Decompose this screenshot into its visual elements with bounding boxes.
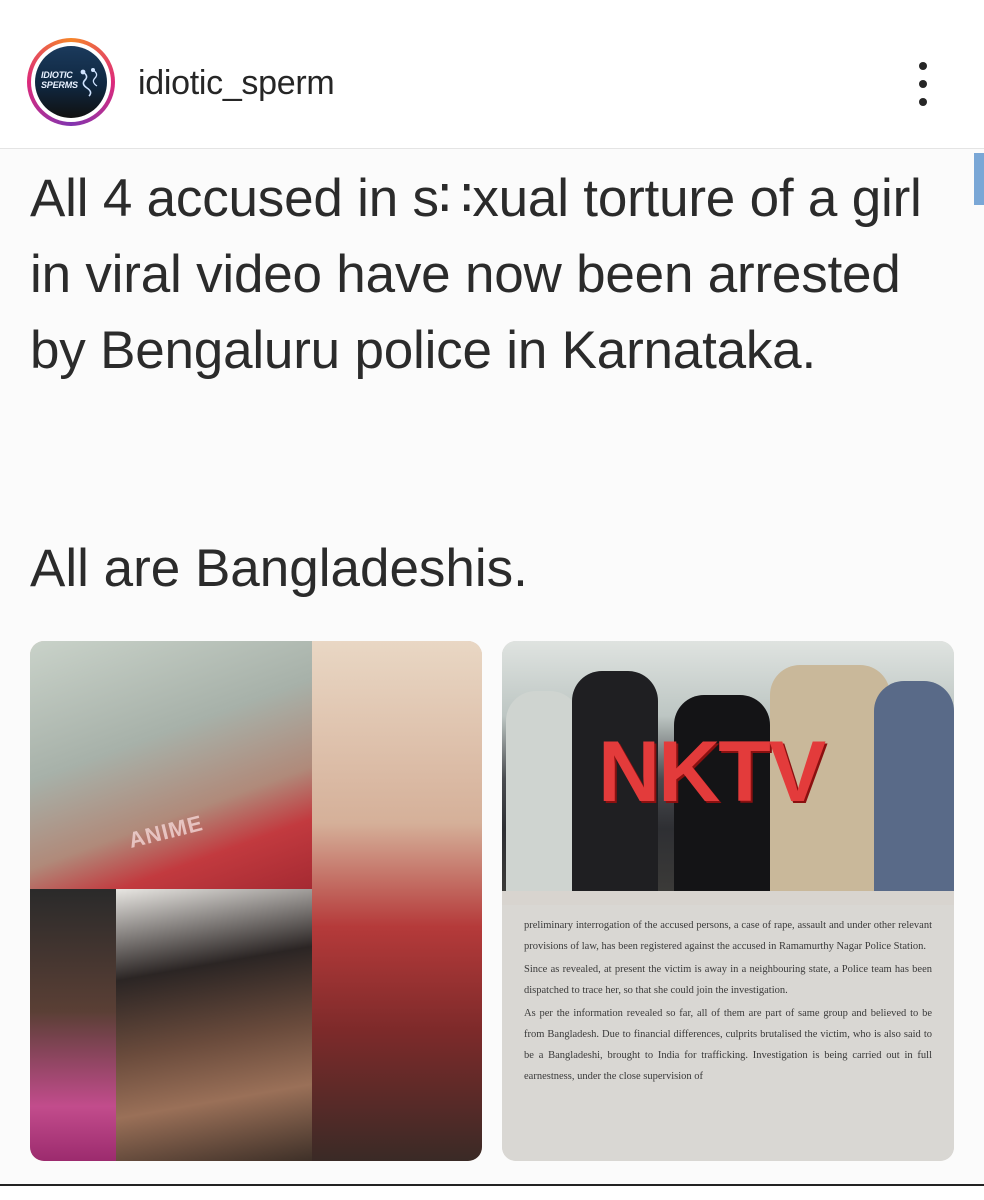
video-still-1: ANIME <box>30 641 312 889</box>
post-header: IDIOTIC SPERMS idiotic_sperm <box>0 0 984 148</box>
divider <box>0 1184 984 1186</box>
shirt-print: ANIME <box>125 810 206 853</box>
statement-paragraph: Since as revealed, at present the victim… <box>524 964 932 996</box>
statement-paragraph: As per the information revealed so far, … <box>524 1008 932 1082</box>
photo-collage-right: NKTV preliminary interrogation of the ac… <box>502 641 954 1161</box>
sperm-logo-icon <box>80 68 98 97</box>
video-still-3 <box>30 889 116 1161</box>
nktv-watermark: NKTV <box>598 724 826 820</box>
video-still-4 <box>116 889 312 1161</box>
police-statement-excerpt: preliminary interrogation of the accused… <box>502 905 954 1161</box>
video-still-2 <box>312 641 482 1161</box>
arrest-photo: NKTV <box>502 641 954 891</box>
avatar-image: IDIOTIC SPERMS <box>35 46 107 118</box>
more-vertical-icon <box>919 62 927 70</box>
avatar[interactable]: IDIOTIC SPERMS <box>27 38 115 126</box>
more-options-button[interactable] <box>908 62 938 106</box>
post-headline: All 4 accused in s∷xual torture of a gir… <box>30 169 922 380</box>
scroll-indicator <box>974 153 984 205</box>
photo-collage-left: ANIME <box>30 641 482 1161</box>
post-image[interactable]: All 4 accused in s∷xual torture of a gir… <box>0 148 984 1184</box>
statement-paragraph: preliminary interrogation of the accused… <box>524 920 932 952</box>
username[interactable]: idiotic_sperm <box>138 64 335 103</box>
post-subline: All are Bangladeshis. <box>30 539 528 598</box>
